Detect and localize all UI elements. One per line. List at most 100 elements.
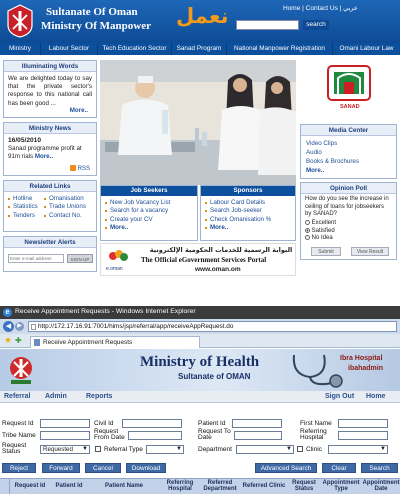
ministry-news-box: Ministry News 16/05/2010 Sanad programme… [3, 122, 97, 176]
nav-sanad[interactable]: Sanad Program [172, 43, 227, 55]
home-link[interactable]: Home [283, 5, 300, 12]
reject-button[interactable]: Reject [2, 463, 36, 473]
news-more[interactable]: More.. [35, 153, 53, 160]
search-jobseeker-link[interactable]: Search Job-seeker [205, 207, 291, 215]
address-field[interactable]: http://172.17.16.91:7001/hims/jsp/referr… [28, 321, 397, 332]
tenders-link[interactable]: Tenders [8, 212, 38, 220]
search-input[interactable] [236, 20, 299, 30]
check-omanisation-link[interactable]: Check Omanisation % [205, 216, 291, 224]
dropdown-arrow-icon: ▼ [82, 446, 88, 452]
nav-manpower-registration[interactable]: National Manpower Registration [227, 43, 333, 55]
th-referring-hospital[interactable]: Referring Hospital [160, 480, 200, 493]
job-seekers-list: New Job Vacancy List Search for a vacanc… [101, 196, 197, 232]
label-referral-type: Referral Type [104, 446, 143, 453]
referring-hospital-select[interactable] [338, 431, 388, 440]
back-button[interactable]: ◀ [3, 321, 14, 332]
job-seekers-heading[interactable]: Job Seekers [101, 186, 197, 196]
menu-reports[interactable]: Reports [86, 393, 112, 400]
nav-ministry[interactable]: Ministry [0, 43, 41, 55]
arabic-link[interactable]: عربي [343, 5, 358, 12]
nav-labour-law[interactable]: Omani Labour Law [333, 43, 400, 55]
newsletter-signup-button[interactable]: SIGN UP [67, 254, 93, 263]
job-vacancy-link[interactable]: New Job Vacancy List [105, 199, 193, 207]
omanisation-link[interactable]: Omanisation [44, 195, 86, 203]
poll-option-excellent[interactable]: Excellent [305, 219, 392, 228]
hotline-link[interactable]: Hotline [8, 195, 38, 203]
newsletter-heading: Newsletter Alerts [4, 237, 96, 248]
tab-title: Receive Appointment Requests [43, 339, 133, 346]
nav-tech-education[interactable]: Tech Education Sector [98, 43, 172, 55]
th-appointment-date[interactable]: Appointment Date [362, 480, 400, 493]
cancel-button[interactable]: Cancel [85, 463, 121, 473]
request-status-value: Requested [43, 446, 73, 453]
nav-labour-sector[interactable]: Labour Sector [41, 43, 98, 55]
favorites-star-icon[interactable]: ★ [4, 335, 12, 346]
contact-no-link[interactable]: Contact No. [44, 212, 86, 220]
poll-option-no-idea[interactable]: No Idea [305, 235, 392, 243]
request-status-select[interactable]: Requested ▼ [40, 445, 90, 454]
illuminating-text: We are delighted today to say that the p… [8, 75, 92, 107]
opinion-poll-box: Opinion Poll How do you see the increase… [300, 182, 397, 260]
request-to-date-input[interactable] [234, 431, 282, 440]
menu-referral[interactable]: Referral [4, 393, 30, 400]
newsletter-email-input[interactable] [8, 254, 64, 263]
search-action-button[interactable]: Search [361, 463, 398, 473]
trade-unions-link[interactable]: Trade Unions [44, 203, 86, 211]
poll-submit-button[interactable]: Submit [311, 247, 341, 256]
clinic-checkbox[interactable] [297, 446, 303, 452]
video-clips-link[interactable]: Video Clips [306, 139, 391, 148]
label-civil-id: Civil Id [94, 420, 114, 427]
civil-id-input[interactable] [122, 419, 182, 428]
request-id-input[interactable] [40, 419, 90, 428]
th-referred-department[interactable]: Referred Department [200, 480, 240, 493]
label-referring-hospital: Referring Hospital [300, 428, 327, 442]
label-clinic: Clinic [306, 446, 322, 453]
browser-tab[interactable]: Receive Appointment Requests [30, 336, 200, 348]
ie-address-row: ◀ ▶ http://172.17.16.91:7001/hims/jsp/re… [0, 319, 400, 334]
referral-type-select[interactable]: ▼ [146, 445, 184, 454]
labour-card-link[interactable]: Labour Card Details [205, 199, 291, 207]
search-button[interactable]: search [303, 20, 329, 30]
create-cv-link[interactable]: Create your CV [105, 216, 193, 224]
job-seekers-more[interactable]: More.. [105, 224, 193, 232]
add-favorites-icon[interactable]: ✚ [15, 336, 22, 345]
sponsors-more[interactable]: More.. [205, 224, 291, 232]
th-request-id[interactable]: Request Id [10, 483, 50, 489]
statistics-link[interactable]: Statistics [8, 203, 38, 211]
th-appointment-type[interactable]: Appointment Type [320, 480, 362, 493]
label-request-status: Request Status [2, 442, 27, 456]
poll-option-satisfied[interactable]: Satisfied [305, 227, 392, 236]
stethoscope-icon [288, 351, 348, 389]
th-request-status[interactable]: Request Status [288, 480, 320, 493]
sponsors-heading[interactable]: Sponsors [201, 186, 295, 196]
books-link[interactable]: Books & Brochures [306, 157, 391, 166]
eoman-banner[interactable]: e.oman البوابة الرسمية للخدمات الحكومية … [100, 243, 296, 276]
advanced-search-button[interactable]: Advanced Search [255, 463, 317, 473]
th-patient-name[interactable]: Patient Name [88, 483, 160, 489]
request-from-date-input[interactable] [128, 431, 182, 440]
th-referred-clinic[interactable]: Referred Clinic [240, 483, 288, 489]
contact-us-link[interactable]: Contact Us [306, 5, 338, 12]
poll-view-result-button[interactable]: View Result [351, 247, 389, 256]
referral-type-checkbox[interactable] [95, 446, 101, 452]
clinic-select[interactable]: ▼ [328, 445, 388, 454]
clear-button[interactable]: Clear [322, 463, 356, 473]
download-button[interactable]: Download [126, 463, 166, 473]
menu-admin[interactable]: Admin [45, 393, 67, 400]
tribe-name-input[interactable] [40, 431, 90, 440]
patient-id-input[interactable] [232, 419, 282, 428]
audio-link[interactable]: Audio [306, 148, 391, 157]
rss-link[interactable]: RSS [70, 165, 90, 172]
illuminating-more[interactable]: More.. [70, 107, 88, 114]
department-select[interactable]: ▼ [236, 445, 294, 454]
forward-action-button[interactable]: Forward [42, 463, 80, 473]
home-link-app[interactable]: Home [366, 393, 385, 400]
sanad-logo[interactable]: SANAD [300, 60, 397, 122]
th-patient-id[interactable]: Patient Id [50, 483, 88, 489]
media-more[interactable]: More.. [306, 166, 391, 175]
forward-button[interactable]: ▶ [15, 322, 24, 331]
eoman-logo-icon [107, 248, 129, 264]
first-name-input[interactable] [338, 419, 388, 428]
search-vacancy-link[interactable]: Search for a vacancy [105, 207, 193, 215]
sign-out-link[interactable]: Sign Out [325, 393, 354, 400]
